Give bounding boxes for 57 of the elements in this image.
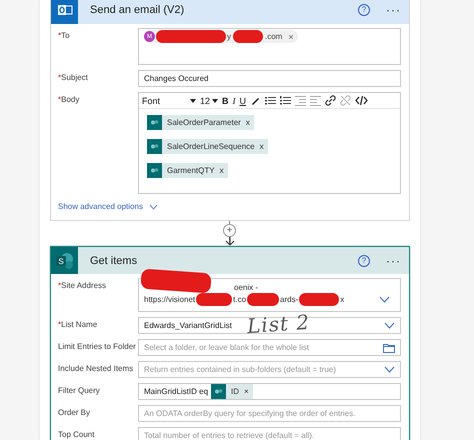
dynamic-content-token[interactable]: SaleOrderLineSequence x	[147, 139, 268, 154]
redaction-mark	[156, 30, 226, 43]
chevron-down-icon[interactable]	[148, 204, 158, 210]
site-address-field[interactable]: oenix - https://visionet t.co ards- x	[138, 278, 401, 312]
field-label: *To	[58, 30, 71, 42]
format-button[interactable]: B	[222, 96, 229, 106]
url-fragment: x	[340, 294, 344, 304]
chevron-down-icon[interactable]	[384, 322, 395, 329]
folder-icon[interactable]	[383, 342, 395, 352]
help-button[interactable]: ?	[358, 254, 370, 266]
show-advanced-link[interactable]: Show advanced options	[58, 202, 143, 211]
redaction-mark	[233, 30, 263, 43]
chevron-down-icon[interactable]	[384, 366, 395, 373]
caret-icon[interactable]	[190, 98, 196, 102]
dynamic-content-token[interactable]: ID ×	[211, 384, 253, 399]
font-dropdown[interactable]: Font	[142, 96, 196, 106]
field-label: *Subject	[58, 72, 89, 84]
code-view-icon[interactable]	[355, 95, 368, 106]
remove-button[interactable]: ×	[288, 32, 294, 42]
url-fragment: t.co	[233, 294, 246, 304]
more-button[interactable]: ···	[386, 254, 401, 268]
url-fragment: ards-	[280, 294, 298, 304]
field-label: *Site Address	[58, 280, 108, 292]
email-fragment: .com	[265, 32, 282, 41]
help-button[interactable]: ?	[358, 4, 370, 16]
sharepoint-icon: S	[51, 247, 78, 274]
redaction-mark	[299, 292, 340, 306]
field-label: Top Count	[58, 429, 96, 440]
numbered-list-icon[interactable]	[280, 95, 292, 106]
subject-field[interactable]: Changes Occured	[138, 70, 401, 87]
card-title: Send an email (V2)	[90, 4, 186, 16]
dynamic-content-token[interactable]: SaleOrderParameter x	[147, 115, 254, 130]
field-label: Include Nested Items	[58, 363, 134, 375]
email-fragment: y	[227, 32, 231, 41]
field-label: *List Name	[58, 319, 98, 331]
arrow-icon	[225, 237, 235, 246]
size-dropdown[interactable]: 12	[200, 96, 218, 106]
dynamic-content-token[interactable]: GarmentQTY x	[147, 163, 228, 178]
caret-icon[interactable]	[212, 98, 218, 102]
field-label: Filter Query	[58, 385, 101, 397]
field-label: Limit Entries to Folder	[58, 341, 137, 353]
field-label: Order By	[58, 407, 92, 419]
field-label: *Body	[58, 94, 80, 106]
card-title: Get items	[90, 254, 138, 266]
link-icon[interactable]	[325, 95, 336, 106]
body-editor[interactable]: Font 12 B I U SaleOrderParameter x SaleOrderLineSequence x GarmentQTY x	[138, 92, 401, 194]
more-button[interactable]: ···	[386, 2, 401, 16]
url-fragment: https://visionet	[144, 294, 196, 304]
format-button[interactable]: U	[240, 96, 246, 106]
filter-query-field[interactable]: MainGridListID eq ID ×	[138, 383, 401, 400]
add-step-button[interactable]: +	[223, 224, 236, 237]
format-button[interactable]: I	[232, 96, 236, 106]
bulleted-list-icon[interactable]	[265, 95, 276, 106]
chevron-down-icon[interactable]	[379, 296, 390, 303]
pen-icon[interactable]	[250, 95, 262, 106]
redaction-mark	[247, 292, 280, 306]
url-fragment: oenix -	[234, 282, 258, 292]
